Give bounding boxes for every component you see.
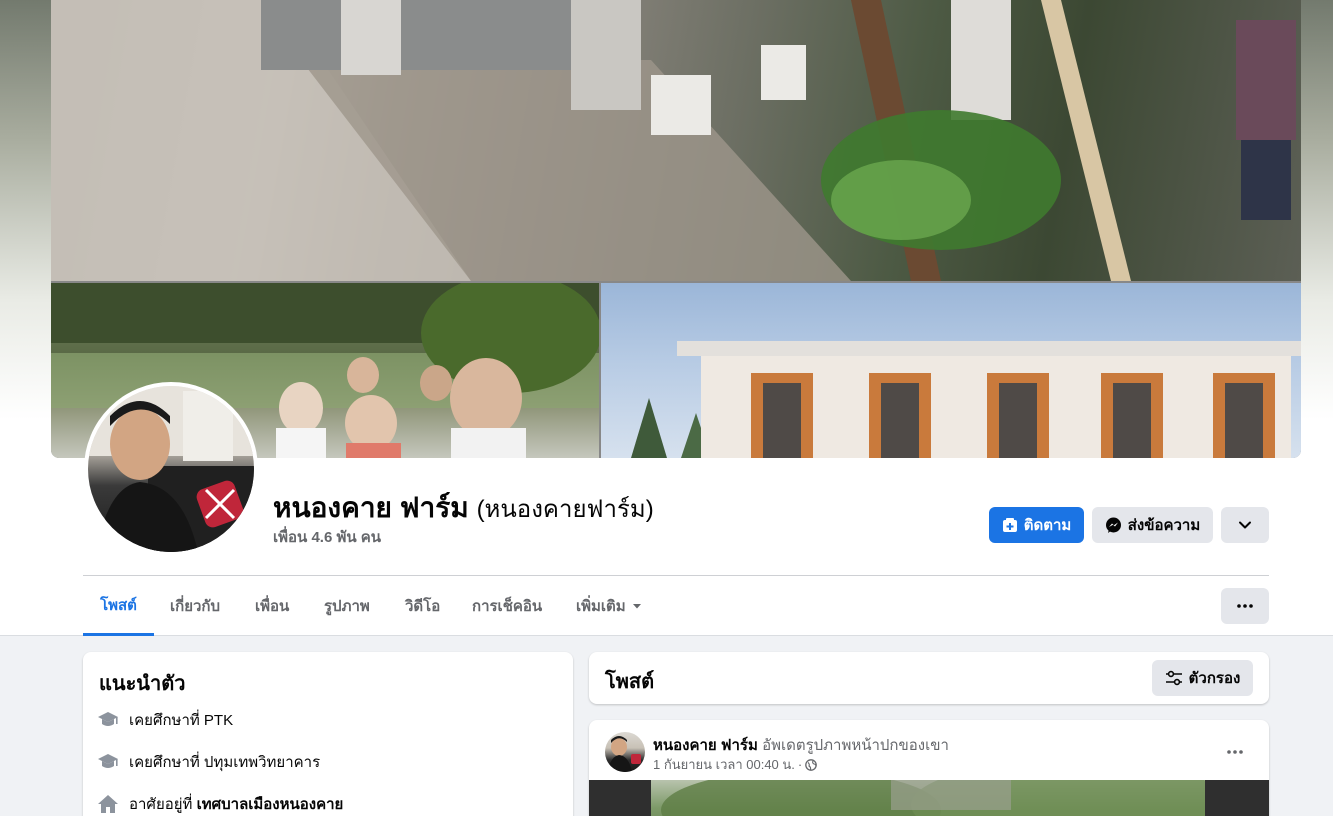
follow-button[interactable]: ติดตาม bbox=[989, 507, 1084, 543]
post-meta: 1 กันยายน เวลา 00:40 น. · bbox=[653, 754, 818, 775]
cover-photo-top-panel bbox=[51, 0, 1301, 281]
caret-down-icon bbox=[632, 604, 641, 609]
cover-photo[interactable] bbox=[51, 0, 1301, 458]
tab-about[interactable]: เกี่ยวกับ bbox=[155, 576, 235, 636]
messenger-icon bbox=[1105, 517, 1121, 533]
tab-label: วิดีโอ bbox=[405, 598, 441, 615]
intro-item-education: เคยศึกษาที่ PTK bbox=[97, 708, 233, 732]
tab-videos[interactable]: วิดีโอ bbox=[390, 576, 455, 636]
tab-more[interactable]: เพิ่มเติม bbox=[561, 576, 657, 636]
filter-button[interactable]: ตัวกรอง bbox=[1152, 660, 1253, 696]
tab-friends[interactable]: เพื่อน bbox=[240, 576, 304, 636]
post-options-button[interactable] bbox=[1217, 734, 1253, 770]
ellipsis-icon bbox=[1237, 604, 1253, 608]
post-image-scene bbox=[661, 760, 1231, 816]
filter-button-label: ตัวกรอง bbox=[1188, 670, 1241, 687]
tab-photos[interactable]: รูปภาพ bbox=[309, 576, 385, 636]
intro-item-location: อาศัยอยู่ที่ เทศบาลเมืองหนองคาย bbox=[97, 792, 343, 816]
home-icon bbox=[98, 795, 118, 813]
profile-name-primary: หนองคาย ฟาร์ม bbox=[273, 492, 469, 523]
chevron-down-icon bbox=[1239, 521, 1251, 529]
filter-sliders-icon bbox=[1165, 670, 1182, 686]
post-card: หนองคาย ฟาร์ม อัพเดตรูปภาพหน้าปกของเขา 1… bbox=[589, 720, 1269, 816]
intro-item-value[interactable]: PTK bbox=[204, 712, 233, 729]
cover-photo-bottom-right-panel bbox=[601, 283, 1301, 458]
message-button-label: ส่งข้อความ bbox=[1127, 517, 1201, 534]
message-button[interactable]: ส่งข้อความ bbox=[1092, 507, 1213, 543]
profile-name-alternate: (หนองคายฟาร์ม) bbox=[476, 496, 654, 523]
intro-item-value[interactable]: ปทุมเทพวิทยาคาร bbox=[204, 754, 320, 771]
post-author-avatar[interactable] bbox=[605, 732, 645, 772]
tabs-more-options-button[interactable] bbox=[1221, 588, 1269, 624]
tab-label: เพื่อน bbox=[255, 598, 290, 615]
tab-label: รูปภาพ bbox=[324, 598, 370, 615]
friends-count[interactable]: เพื่อน 4.6 พัน คน bbox=[273, 525, 381, 549]
intro-item-prefix: เคยศึกษาที่ bbox=[129, 712, 204, 729]
tab-label: โพสต์ bbox=[100, 596, 137, 614]
follow-icon bbox=[1002, 518, 1017, 532]
tab-check-ins[interactable]: การเช็คอิน bbox=[457, 576, 557, 636]
intro-card: แนะนำตัว เคยศึกษาที่ PTK เคยศึกษาที่ ปทุ… bbox=[83, 652, 573, 816]
post-image-photo bbox=[651, 760, 1231, 816]
tab-label: เพิ่มเติม bbox=[576, 598, 626, 615]
post-timestamp[interactable]: 1 กันยายน เวลา 00:40 น. bbox=[653, 754, 795, 775]
profile-dropdown-button[interactable] bbox=[1221, 507, 1269, 543]
intro-item-value[interactable]: เทศบาลเมืองหนองคาย bbox=[197, 796, 344, 813]
ellipsis-icon bbox=[1227, 750, 1243, 754]
intro-title: แนะนำตัว bbox=[99, 673, 186, 695]
follow-button-label: ติดตาม bbox=[1023, 517, 1072, 534]
post-image[interactable] bbox=[589, 760, 1269, 816]
cover-photo-building-scene bbox=[631, 341, 1301, 458]
post-author-name[interactable]: หนองคาย ฟาร์ม bbox=[653, 737, 758, 754]
post-meta-separator: · bbox=[797, 757, 803, 772]
profile-avatar[interactable] bbox=[88, 386, 254, 552]
tab-posts[interactable]: โพสต์ bbox=[83, 576, 154, 636]
profile-name: หนองคาย ฟาร์ม (หนองคายฟาร์ม) bbox=[273, 486, 654, 530]
profile-avatar-image bbox=[88, 386, 254, 552]
globe-icon[interactable] bbox=[805, 758, 818, 771]
cover-photo-top-scene bbox=[51, 0, 1296, 281]
tab-label: การเช็คอิน bbox=[472, 598, 543, 615]
graduation-cap-icon bbox=[98, 754, 118, 768]
posts-title: โพสต์ bbox=[605, 671, 655, 693]
graduation-cap-icon bbox=[98, 712, 118, 726]
post-author-avatar-image bbox=[607, 736, 641, 772]
intro-item-prefix: อาศัยอยู่ที่ bbox=[129, 796, 197, 813]
post-action-text: อัพเดตรูปภาพหน้าปกของเขา bbox=[762, 737, 949, 754]
posts-header-card: โพสต์ ตัวกรอง bbox=[589, 652, 1269, 704]
tab-label: เกี่ยวกับ bbox=[170, 598, 221, 615]
intro-item-prefix: เคยศึกษาที่ bbox=[129, 754, 204, 771]
intro-item-education: เคยศึกษาที่ ปทุมเทพวิทยาคาร bbox=[97, 750, 320, 774]
